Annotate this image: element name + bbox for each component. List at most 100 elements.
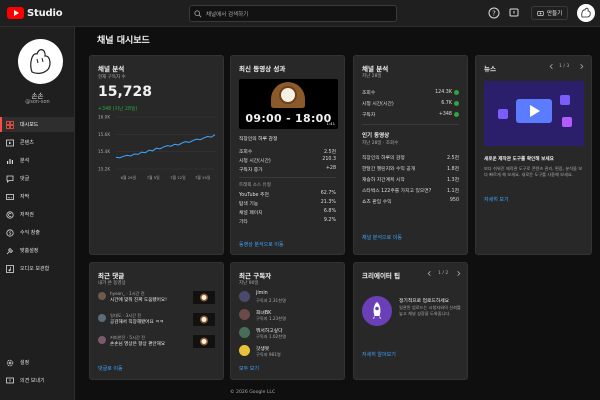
video-duration: 1:41 [326,121,335,126]
channel-avatar[interactable] [18,39,63,84]
card-title: 최근 댓글 [98,272,125,280]
comment-item[interactable]: 커피한잔 · 5시간 전 손손님 영상은 항상 편안해요 [98,335,215,354]
account-avatar[interactable] [577,4,595,22]
youtube-logo-icon [7,7,24,19]
sidebar-item-label: 분석 [20,158,30,164]
customization-icon [6,247,14,254]
video-title: 쇼츠 판입 수익 [362,200,392,205]
latest-video-card: 최신 동영상 성과 09:00 - 18:00 1:41 직장인의 하루 감정 … [230,55,345,255]
comments-link[interactable]: 댓글로 이동 [98,365,123,372]
card-title: 채널 분석 [98,65,125,73]
rocket-icon [362,296,392,326]
channel-analytics-link[interactable]: 채널 분석으로 이동 [362,234,402,241]
list-item[interactable]: 직장인의 하루의 감정 2.5천 [362,154,459,161]
period-label: 지난 28일 [362,74,382,79]
audio-library-icon [6,264,14,273]
x-tick-label: 7월 19일 [195,175,211,180]
traffic-label: YouTube 추천 [239,193,269,198]
stat-label: 시청 시간(시간) [239,159,271,164]
video-thumbnail[interactable]: 09:00 - 18:00 1:41 [239,79,338,129]
traffic-value: 9.2% [323,218,336,223]
feedback-icon [6,377,14,383]
chevron-right-icon[interactable] [455,270,462,277]
help-icon[interactable]: ? [488,7,500,19]
video-views: 1.8천 [446,167,459,172]
comment-text: 손손님 영상은 항상 편안해요 [110,342,166,347]
trend-up-icon [454,112,459,117]
search-input[interactable]: 채널에서 검색하기 [189,5,397,22]
subscriber-count: 구독자 981명 [256,352,281,357]
subscriber-name: 갓생봇 [256,347,270,352]
subscriber-name: 뭐서하고싶다 [256,329,283,334]
video-title: 스타벅스 122주를 가지고 있으면? [362,189,432,194]
subscribers-period: 지난 90일 [239,281,259,286]
list-item[interactable]: 스타벅스 122주를 가지고 있으면? 1.1천 [362,187,459,194]
sidebar-item-analytics[interactable]: 분석 [0,153,74,168]
subscriber-item[interactable]: 뭐서하고싶다 구독자 1.02천명 [239,326,336,344]
video-title: 재승하 지간계획 시작 [362,178,405,183]
sidebar-item-audio-library[interactable]: 오디오 보관함 [0,261,74,276]
sidebar-item-content[interactable]: 콘텐츠 [0,135,74,150]
comment-item[interactable]: hyeon_ · 1시간 전 시간에 맞춰 진짜 도움됐어요! [98,291,215,310]
avatar [98,314,106,322]
clock-thumbnail-icon [200,337,208,346]
dashboard-icon [6,120,14,129]
clock-thumbnail-icon [200,293,208,302]
sidebar-item-copyright[interactable]: 저작권 [0,207,74,222]
create-button[interactable]: 만들기 [531,6,569,20]
chevron-right-icon[interactable] [578,63,585,70]
avatar [239,309,250,320]
traffic-row: YouTube 추천 62.7% [239,191,336,198]
list-item[interactable]: 재승하 지간계획 시작 1.3천 [362,176,459,183]
notifications-icon[interactable] [508,7,520,19]
list-item[interactable]: 한달간 챌린지와 수익 공개 1.8천 [362,165,459,172]
sidebar-item-subtitles[interactable]: 자막 [0,189,74,204]
avatar [98,292,106,300]
news-pager: 1 / 3 [559,64,570,69]
traffic-label: 채널 페이지 [239,211,263,216]
card-title: 뉴스 [484,65,496,73]
subscriber-item[interactable]: jimin 구독자 2.31천명 [239,290,336,308]
sidebar-item-comments[interactable]: 댓글 [0,171,74,186]
comment-item[interactable]: 일대도 · 3시간 전 공감해서 직장해봤어요 ㅋㅋ [98,313,215,332]
y-tick-label: 16.0K [98,115,110,120]
all-subscribers-link[interactable]: 모두 보기 [239,365,259,372]
comment-video-thumbnail [193,313,215,326]
tips-learn-more-link[interactable]: 자세히 알아보기 [362,351,396,358]
channel-summary-card: 채널 분석 지난 28일 조회수 124.3K 시청 시간(시간) 6.7K 구독자… [353,55,468,255]
chevron-left-icon[interactable] [426,270,433,277]
stat-label: 구독자 [362,113,376,118]
stat-row: 구독자 증가 +28 [239,166,336,173]
recent-comments-card: 최근 댓글 내가 쓴 동영상 hyeon_ · 1시간 전 시간에 맞춰 진짜 … [89,262,224,380]
news-more-link[interactable]: 자세히 보기 [484,196,509,203]
sidebar-item-dashboard[interactable]: 대시보드 [0,117,74,132]
card-title: 최근 구독자 [239,272,272,280]
comments-subtitle: 내가 쓴 동영상 [98,281,126,286]
sidebar-item-settings[interactable]: 설정 [0,355,74,370]
create-video-icon [537,10,544,16]
news-illustration-icon [484,81,584,146]
chevron-left-icon[interactable] [548,63,555,70]
news-card: 뉴스 1 / 3 새로운 제작관 도구를 확인해 보세요 보다 쉬워진 제작관 … [475,55,592,255]
comments-icon [6,175,14,183]
video-views: 2.5천 [446,156,459,161]
series-line [115,134,216,159]
tip-title: 정기적으로 업로드하세요 [399,299,450,304]
logo-text: Studio [27,7,63,19]
list-item[interactable]: 쇼츠 판입 수익 950 [362,198,459,205]
sidebar-item-monetization[interactable]: $ 수익 창출 [0,225,74,240]
sidebar-item-customization[interactable]: 맞춤설정 [0,243,74,258]
svg-text:?: ? [492,10,496,18]
stat-value: 124.3K [435,90,452,95]
video-analytics-link[interactable]: 동영상 분석으로 이동 [239,241,284,248]
clock-face-icon [279,86,297,104]
popular-period: 지난 28일 · 조회수 [362,141,399,146]
video-title[interactable]: 직장인의 하루 감정 [239,135,277,142]
sidebar-item-feedback[interactable]: 의견 보내기 [0,373,74,388]
avatar [239,291,250,302]
subscriber-item[interactable]: 희녀BK 구독자 1.23천명 [239,308,336,326]
subscriber-item[interactable]: 갓생봇 구독자 981명 [239,344,336,362]
studio-logo[interactable]: Studio [7,7,63,19]
news-image[interactable] [484,81,584,146]
stat-value: +28 [325,166,336,171]
